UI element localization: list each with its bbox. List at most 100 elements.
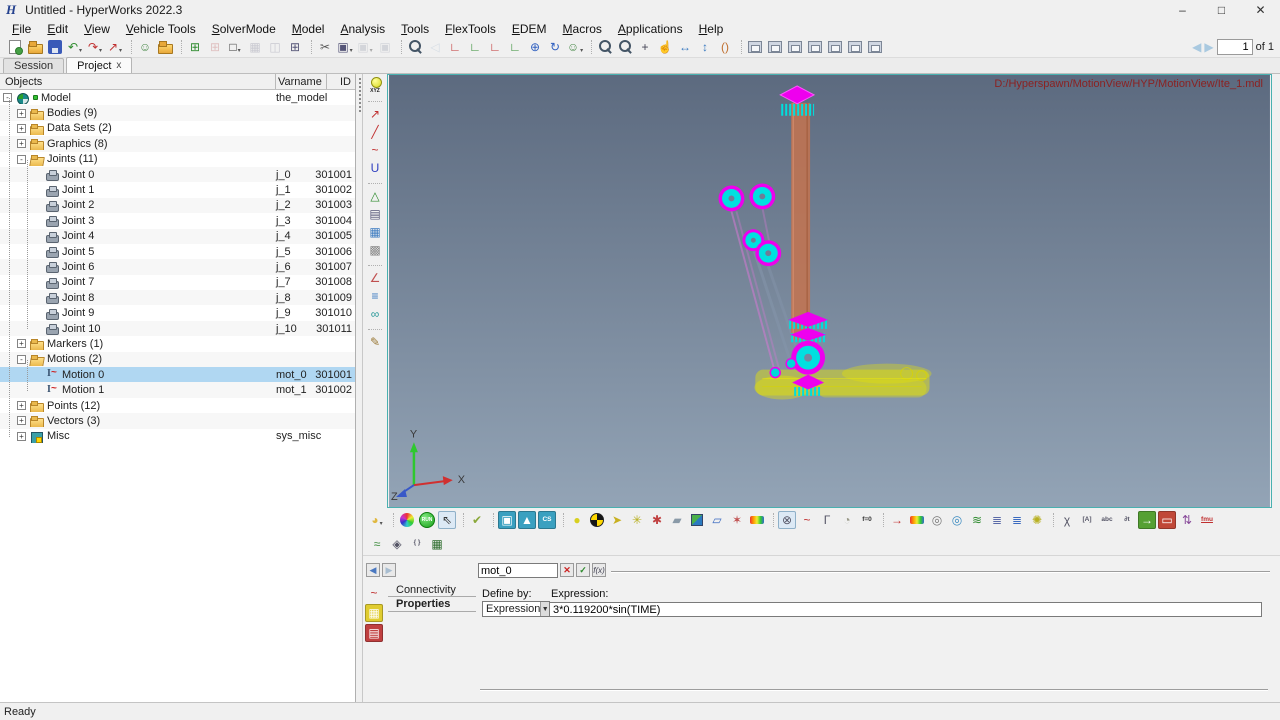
menu-analysis[interactable]: Analysis <box>332 22 393 36</box>
arc-entity-icon[interactable]: ~ <box>366 141 384 159</box>
tab-session[interactable]: Session <box>3 58 64 73</box>
menu-edit[interactable]: Edit <box>39 22 76 36</box>
import-graphic-icon[interactable]: ▲ <box>518 511 536 529</box>
record-window-icon[interactable] <box>846 38 864 56</box>
menu-file[interactable]: File <box>4 22 39 36</box>
menu-applications[interactable]: Applications <box>610 22 691 36</box>
triad-icon[interactable]: ✳ <box>628 511 646 529</box>
cut-icon[interactable]: ✂ <box>316 38 334 56</box>
spring-damper-icon[interactable]: ≋ <box>968 511 986 529</box>
open-model-icon[interactable]: ▾ <box>156 38 174 56</box>
model-canvas[interactable]: Y X Z <box>388 75 1271 507</box>
tree-row-motion-0[interactable]: Motion 0mot_0301001 <box>0 367 355 382</box>
entity-display-icon-caret[interactable]: ▾ <box>380 520 383 529</box>
expand-v-icon[interactable]: ↕ <box>696 38 714 56</box>
tree-row-joint-5[interactable]: Joint 5j_5301006 <box>0 244 355 259</box>
tree-row-joint-7[interactable]: Joint 7j_7301008 <box>0 275 355 290</box>
menu-tools[interactable]: Tools <box>393 22 437 36</box>
spin-view-icon[interactable]: () <box>716 38 734 56</box>
user-force-icon[interactable]: ✺ <box>1028 511 1046 529</box>
entity-capsule-icon[interactable]: ▭ <box>1158 511 1176 529</box>
new-session-icon-caret[interactable]: ▾ <box>14 47 17 56</box>
maximize-button[interactable]: □ <box>1202 0 1241 20</box>
contour-icon[interactable] <box>748 511 766 529</box>
add-page-icon[interactable]: ⊞ <box>186 38 204 56</box>
tree-row-joint-1[interactable]: Joint 1j_1301002 <box>0 182 355 197</box>
model-column[interactable] <box>791 103 810 340</box>
layer-stack-icon[interactable]: ≡ <box>366 287 384 305</box>
tree-row-joint-4[interactable]: Joint 4j_4301005 <box>0 229 355 244</box>
origin-xyz-icon[interactable]: XYZ <box>366 77 384 95</box>
tree-row-points-12[interactable]: +Points (12) <box>0 398 355 413</box>
grid-settings-icon[interactable]: ▩ <box>366 241 384 259</box>
view-xz-icon[interactable]: ∟ <box>486 38 504 56</box>
record-area-icon[interactable] <box>866 38 884 56</box>
tree-row-joint-3[interactable]: Joint 3j_3301004 <box>0 213 355 228</box>
body-stack-icon[interactable]: ▤ <box>366 205 384 223</box>
force-zero-icon[interactable]: f=0 <box>858 511 876 529</box>
export-ppt-icon[interactable]: ↗▾ <box>106 38 124 56</box>
new-session-icon[interactable]: ▾ <box>6 38 24 56</box>
tree-row-joint-6[interactable]: Joint 6j_6301007 <box>0 259 355 274</box>
run-solver-icon[interactable]: RUN <box>418 511 436 529</box>
point-entity-icon[interactable]: ● <box>568 511 586 529</box>
tree-expander[interactable]: + <box>17 416 26 425</box>
copy-view-icon[interactable] <box>766 38 784 56</box>
tree-row-data-sets-2[interactable]: +Data Sets (2) <box>0 121 355 136</box>
tree-row-markers-1[interactable]: +Markers (1) <box>0 336 355 351</box>
entity-display-icon[interactable]: ◕▾ <box>368 511 386 529</box>
plane-entity-icon[interactable]: ▰ <box>668 511 686 529</box>
open-model-icon-caret[interactable]: ▾ <box>164 47 167 56</box>
tree-row-misc[interactable]: +Miscsys_misc <box>0 429 355 444</box>
tree-row-motions-2[interactable]: -Motions (2) <box>0 352 355 367</box>
close-button[interactable]: ✕ <box>1241 0 1280 20</box>
tree-expander[interactable]: + <box>17 109 26 118</box>
pick-entity-icon[interactable]: △ <box>366 187 384 205</box>
copy-icon[interactable]: ▣▾ <box>336 38 354 56</box>
spline-entity-icon[interactable]: U <box>366 159 384 177</box>
center-view-icon[interactable]: + <box>636 38 654 56</box>
export-ppt-icon-caret[interactable]: ▾ <box>119 47 122 56</box>
bushing-color-icon[interactable]: ◎ <box>948 511 966 529</box>
column-objects[interactable]: Objects <box>0 74 276 89</box>
vector-entity-icon[interactable]: ↗ <box>366 105 384 123</box>
user-profile-icon[interactable]: ☺ <box>136 38 154 56</box>
implicit-graphic-icon[interactable]: ✶ <box>728 511 746 529</box>
tab-project[interactable]: Project x <box>66 57 132 73</box>
marker-entity-icon[interactable]: ✱ <box>648 511 666 529</box>
page-number-input[interactable] <box>1217 39 1253 55</box>
column-varname[interactable]: Varname <box>276 74 327 89</box>
select-arrow-icon[interactable]: ⇖ <box>438 511 456 529</box>
measure-icon[interactable]: ∠ <box>366 269 384 287</box>
zoom-window-icon[interactable] <box>406 38 424 56</box>
tree-expander[interactable]: - <box>3 93 12 102</box>
import-geometry-icon[interactable]: ▣ <box>498 511 516 529</box>
tree-row-graphics-8[interactable]: +Graphics (8) <box>0 136 355 151</box>
single-window-icon[interactable]: □▾ <box>226 38 244 56</box>
redo-icon[interactable]: ↷▾ <box>86 38 104 56</box>
paste-icon-caret[interactable]: ▾ <box>370 47 373 56</box>
redo-icon-caret[interactable]: ▾ <box>99 47 102 56</box>
pan-view-icon[interactable]: ☝ <box>656 38 674 56</box>
expression-input[interactable] <box>549 602 1262 617</box>
menu-view[interactable]: View <box>76 22 118 36</box>
tree-row-motion-1[interactable]: Motion 1mot_1301002 <box>0 382 355 397</box>
tree-row-joint-9[interactable]: Joint 9j_9301010 <box>0 305 355 320</box>
fields-icon[interactable]: [A] <box>1078 511 1096 529</box>
zoom-out-icon[interactable] <box>616 38 634 56</box>
rotate-view-icon[interactable]: ↻ <box>546 38 564 56</box>
view-iso-icon[interactable]: ⊕ <box>526 38 544 56</box>
table-icon[interactable]: ▦ <box>428 535 446 553</box>
viewport-3d[interactable]: Y X Z D:/Hyperspawn/MotionView/HYP/Motio… <box>387 74 1272 508</box>
tree-row-joint-0[interactable]: Joint 0j_0301001 <box>0 167 355 182</box>
tree-expander[interactable]: + <box>17 339 26 348</box>
project-tab-close-icon[interactable]: x <box>116 60 121 71</box>
save-session-icon-caret[interactable]: ▾ <box>54 47 57 56</box>
presenter-icon-caret[interactable]: ▾ <box>580 47 583 56</box>
cg-icon[interactable] <box>588 511 606 529</box>
tree-row-vectors-3[interactable]: +Vectors (3) <box>0 413 355 428</box>
presenter-icon[interactable]: ☺▾ <box>566 38 584 56</box>
menu-macros[interactable]: Macros <box>555 22 610 36</box>
templex-icon[interactable]: χ <box>1058 511 1076 529</box>
undo-icon[interactable]: ↶▾ <box>66 38 84 56</box>
